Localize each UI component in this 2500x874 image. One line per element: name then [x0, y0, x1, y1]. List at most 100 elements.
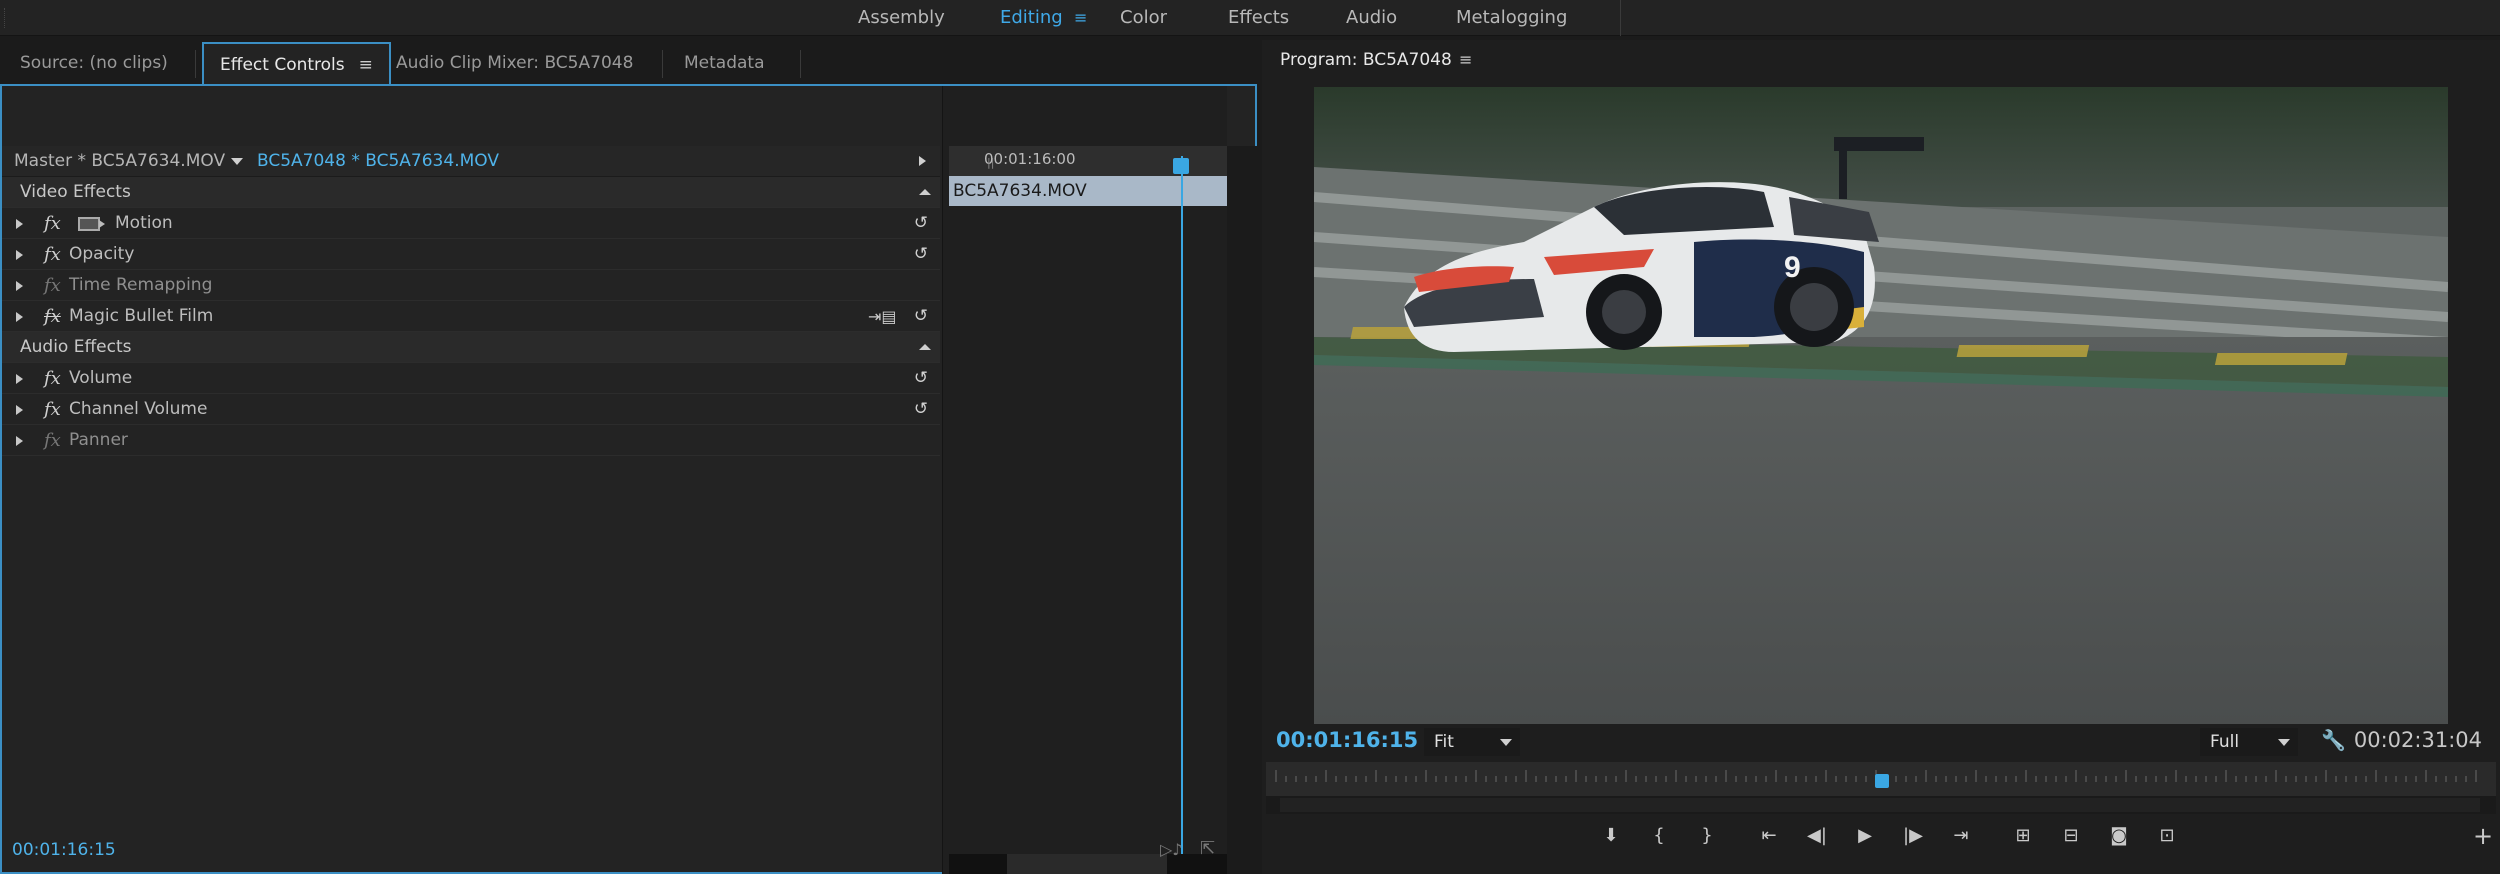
mark-in-button[interactable]: {	[1642, 820, 1676, 852]
clip-dropdown-caret-icon[interactable]	[231, 158, 243, 165]
sequence-clip-label[interactable]: BC5A7048 * BC5A7634.MOV	[257, 146, 499, 177]
effect-row-motion[interactable]: fx Motion ↺	[2, 208, 940, 239]
timeline-scrollbar[interactable]	[949, 854, 1228, 874]
step-back-button[interactable]: ◀|	[1800, 820, 1834, 852]
fx-icon[interactable]: fx	[44, 363, 61, 394]
workspace-menu-icon[interactable]: ≡	[1074, 0, 1087, 36]
effect-row-volume[interactable]: fx Volume ↺	[2, 363, 940, 394]
lift-button[interactable]: ⊞	[2006, 820, 2040, 852]
fx-disabled-icon[interactable]: fx	[44, 301, 61, 332]
reset-icon[interactable]: ↺	[911, 368, 931, 388]
workspace-color[interactable]: Color	[1120, 0, 1167, 36]
effect-row-panner[interactable]: fx Panner	[2, 425, 940, 456]
reset-icon[interactable]: ↺	[911, 399, 931, 419]
master-clip-label[interactable]: Master * BC5A7634.MOV	[14, 146, 225, 177]
panel-menu-icon[interactable]: ≡	[1459, 50, 1472, 69]
vertical-scrollbar[interactable]	[1227, 146, 1257, 874]
effect-label-panner: Panner	[69, 430, 128, 450]
expand-triangle-icon[interactable]	[16, 250, 23, 260]
effect-row-magic-bullet-film[interactable]: fx Magic Bullet Film ⇥▤ ↺	[2, 301, 940, 332]
svg-text:9: 9	[1784, 251, 1801, 284]
transform-arrow-icon	[99, 220, 105, 228]
go-to-in-button[interactable]: ⇤	[1752, 820, 1786, 852]
effect-label-magic-bullet-film: Magic Bullet Film	[69, 306, 214, 326]
show-timeline-arrow-icon[interactable]	[919, 156, 926, 166]
workspace-audio[interactable]: Audio	[1346, 0, 1397, 36]
effect-controls-timeline[interactable]: 00:01:16:00 || BC5A7634.MOV	[942, 86, 1228, 874]
fx-icon[interactable]: fx	[44, 208, 61, 239]
tab-effect-controls[interactable]: Effect Controls ≡	[202, 42, 391, 84]
timeline-clip[interactable]: BC5A7634.MOV	[949, 176, 1228, 206]
collapse-up-icon[interactable]	[919, 344, 931, 350]
reset-icon[interactable]: ↺	[911, 213, 931, 233]
clip-selector-row: Master * BC5A7634.MOV BC5A7048 * BC5A763…	[2, 146, 940, 177]
button-editor-icon[interactable]: +	[2466, 820, 2500, 852]
program-title[interactable]: Program: BC5A7048	[1280, 50, 1452, 70]
video-frame[interactable]: 9	[1314, 87, 2448, 724]
playhead-line	[1181, 156, 1183, 868]
effect-label-time-remapping: Time Remapping	[69, 275, 213, 295]
tab-metadata[interactable]: Metadata	[668, 42, 781, 84]
transform-handle-icon[interactable]	[78, 217, 100, 231]
collapse-up-icon[interactable]	[919, 189, 931, 195]
effect-label-opacity: Opacity	[69, 244, 135, 264]
expand-triangle-icon[interactable]	[16, 312, 23, 322]
video-effects-label: Video Effects	[20, 182, 131, 202]
reset-icon[interactable]: ↺	[911, 306, 931, 326]
resolution-value: Full	[2210, 732, 2240, 752]
program-tab: Program: BC5A7048 ≡	[1262, 40, 2500, 82]
step-forward-button[interactable]: |▶	[1896, 820, 1930, 852]
mark-out-button[interactable]: }	[1690, 820, 1724, 852]
expand-triangle-icon[interactable]	[16, 281, 23, 291]
tab-menu-icon[interactable]: ≡	[359, 55, 373, 75]
effect-row-opacity[interactable]: fx Opacity ↺	[2, 239, 940, 270]
program-playhead[interactable]	[1875, 774, 1889, 788]
play-button[interactable]: ▶	[1848, 820, 1882, 852]
scrollbar-thumb[interactable]	[1007, 854, 1167, 874]
program-scrollbar[interactable]	[1266, 796, 2496, 814]
effect-controls-timecode[interactable]: 00:01:16:15	[12, 840, 116, 860]
tab-metadata-label: Metadata	[684, 53, 765, 73]
expand-triangle-icon[interactable]	[16, 219, 23, 229]
export-frame-button[interactable]: ◙	[2102, 820, 2136, 852]
extract-button[interactable]: ⊟	[2054, 820, 2088, 852]
playhead-handle[interactable]	[1173, 158, 1189, 174]
zoom-level-dropdown[interactable]: Fit	[1424, 728, 1520, 756]
effect-settings-icon[interactable]: ⇥▤	[868, 301, 897, 332]
workspace-grip[interactable]	[4, 8, 8, 28]
reset-icon[interactable]: ↺	[911, 244, 931, 264]
workspace-editing[interactable]: Editing	[1000, 0, 1063, 36]
wrench-icon[interactable]: 🔧	[2321, 728, 2346, 752]
workspace-metalogging[interactable]: Metalogging	[1456, 0, 1567, 36]
audio-effects-label: Audio Effects	[20, 337, 132, 357]
resolution-dropdown[interactable]: Full	[2200, 728, 2298, 756]
tab-effect-controls-label: Effect Controls	[220, 55, 345, 75]
effect-row-channel-volume[interactable]: fx Channel Volume ↺	[2, 394, 940, 425]
scrollbar-thumb[interactable]	[1280, 798, 2480, 812]
chevron-down-icon	[1500, 739, 1512, 746]
program-duration-timecode: 00:02:31:04	[2353, 728, 2482, 752]
effect-controls-body: Master * BC5A7634.MOV BC5A7048 * BC5A763…	[0, 84, 1257, 874]
fx-icon[interactable]: fx	[44, 239, 61, 270]
fx-icon[interactable]: fx	[44, 394, 61, 425]
effect-label-motion: Motion	[115, 213, 173, 233]
filter-audio-icon[interactable]: ▷♪	[1160, 840, 1183, 859]
compare-view-button[interactable]: ⊡	[2150, 820, 2184, 852]
tab-audio-clip-mixer-label: Audio Clip Mixer: BC5A7048	[396, 53, 634, 73]
add-marker-button[interactable]: ⬇	[1594, 820, 1628, 852]
tab-source[interactable]: Source: (no clips)	[4, 42, 184, 84]
tab-source-label: Source: (no clips)	[20, 53, 168, 73]
program-current-timecode[interactable]: 00:01:16:15	[1276, 728, 1418, 752]
expand-triangle-icon[interactable]	[16, 436, 23, 446]
effect-row-time-remapping[interactable]: fx Time Remapping	[2, 270, 940, 301]
expand-triangle-icon[interactable]	[16, 405, 23, 415]
expand-triangle-icon[interactable]	[16, 374, 23, 384]
go-to-out-button[interactable]: ⇥	[1944, 820, 1978, 852]
export-icon[interactable]: ⇱	[1200, 838, 1215, 859]
chevron-down-icon	[2278, 739, 2290, 746]
workspace-effects[interactable]: Effects	[1228, 0, 1289, 36]
workspace-assembly[interactable]: Assembly	[858, 0, 945, 36]
tab-audio-clip-mixer[interactable]: Audio Clip Mixer: BC5A7048	[380, 42, 649, 84]
workspace-divider	[1620, 0, 1621, 36]
left-tab-bar: Source: (no clips) Effect Controls ≡ Audi…	[0, 40, 1257, 84]
